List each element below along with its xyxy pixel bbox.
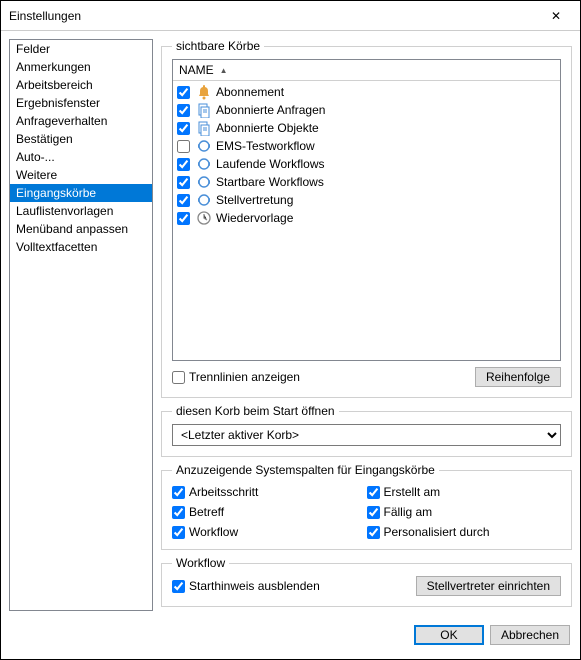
workflow-legend: Workflow — [172, 556, 229, 570]
basket-label: Wiedervorlage — [216, 211, 293, 225]
basket-label: EMS-Testworkflow — [216, 139, 315, 153]
sidebar: FelderAnmerkungenArbeitsbereichErgebnisf… — [9, 39, 153, 611]
basket-row[interactable]: Startbare Workflows — [177, 173, 556, 191]
basket-checkbox[interactable] — [177, 86, 190, 99]
sidebar-item[interactable]: Lauflistenvorlagen — [10, 202, 152, 220]
window-title: Einstellungen — [9, 9, 81, 23]
sidebar-item[interactable]: Volltextfacetten — [10, 238, 152, 256]
doc-icon — [196, 120, 212, 136]
sidebar-item[interactable]: Ergebnisfenster — [10, 94, 152, 112]
basket-row[interactable]: Abonnement — [177, 83, 556, 101]
gear-icon — [196, 192, 212, 208]
open-on-start-group: diesen Korb beim Start öffnen <Letzter a… — [161, 404, 572, 457]
basket-checkbox[interactable] — [177, 212, 190, 225]
visible-baskets-group: sichtbare Körbe NAME ▲ Abonnement Abonnie… — [161, 39, 572, 398]
system-column-checkbox[interactable]: Workflow — [172, 525, 367, 539]
hide-start-hint-checkbox[interactable]: Starthinweis ausblenden — [172, 579, 320, 593]
system-column-checkbox[interactable]: Betreff — [172, 505, 367, 519]
gear-icon — [196, 156, 212, 172]
basket-label: Startbare Workflows — [216, 175, 324, 189]
sidebar-item[interactable]: Auto-... — [10, 148, 152, 166]
sidebar-item[interactable]: Eingangskörbe — [10, 184, 152, 202]
sidebar-item[interactable]: Arbeitsbereich — [10, 76, 152, 94]
baskets-table-header[interactable]: NAME ▲ — [173, 60, 560, 81]
basket-checkbox[interactable] — [177, 158, 190, 171]
titlebar: Einstellungen ✕ — [1, 1, 580, 31]
cancel-button[interactable]: Abbrechen — [490, 625, 570, 645]
sidebar-item[interactable]: Anfrageverhalten — [10, 112, 152, 130]
gear-icon — [196, 138, 212, 154]
basket-row[interactable]: Abonnierte Anfragen — [177, 101, 556, 119]
system-columns-legend: Anzuzeigende Systemspalten für Eingangsk… — [172, 463, 439, 477]
visible-baskets-legend: sichtbare Körbe — [172, 39, 264, 53]
sidebar-item[interactable]: Anmerkungen — [10, 58, 152, 76]
basket-label: Laufende Workflows — [216, 157, 325, 171]
basket-label: Abonnement — [216, 85, 284, 99]
open-on-start-select[interactable]: <Letzter aktiver Korb> — [172, 424, 561, 446]
sort-asc-icon: ▲ — [220, 66, 228, 75]
basket-checkbox[interactable] — [177, 176, 190, 189]
basket-checkbox[interactable] — [177, 104, 190, 117]
basket-label: Abonnierte Objekte — [216, 121, 319, 135]
sidebar-item[interactable]: Bestätigen — [10, 130, 152, 148]
basket-row[interactable]: Abonnierte Objekte — [177, 119, 556, 137]
basket-row[interactable]: Stellvertretung — [177, 191, 556, 209]
workflow-group: Workflow Starthinweis ausblenden Stellve… — [161, 556, 572, 607]
system-column-checkbox[interactable]: Arbeitsschritt — [172, 485, 367, 499]
sidebar-item[interactable]: Felder — [10, 40, 152, 58]
open-on-start-legend: diesen Korb beim Start öffnen — [172, 404, 339, 418]
basket-row[interactable]: Wiedervorlage — [177, 209, 556, 227]
system-column-checkbox[interactable]: Erstellt am — [367, 485, 562, 499]
system-column-checkbox[interactable]: Fällig am — [367, 505, 562, 519]
clock-icon — [196, 210, 212, 226]
basket-checkbox[interactable] — [177, 122, 190, 135]
doc-icon — [196, 102, 212, 118]
basket-row[interactable]: Laufende Workflows — [177, 155, 556, 173]
gear-icon — [196, 174, 212, 190]
close-button[interactable]: ✕ — [540, 4, 572, 28]
bell-icon — [196, 84, 212, 100]
basket-label: Abonnierte Anfragen — [216, 103, 325, 117]
show-separators-checkbox[interactable]: Trennlinien anzeigen — [172, 370, 300, 384]
sidebar-item[interactable]: Menüband anpassen — [10, 220, 152, 238]
deputy-button[interactable]: Stellvertreter einrichten — [416, 576, 561, 596]
system-columns-group: Anzuzeigende Systemspalten für Eingangsk… — [161, 463, 572, 550]
sidebar-item[interactable]: Weitere — [10, 166, 152, 184]
basket-checkbox[interactable] — [177, 140, 190, 153]
order-button[interactable]: Reihenfolge — [475, 367, 561, 387]
basket-label: Stellvertretung — [216, 193, 293, 207]
ok-button[interactable]: OK — [414, 625, 484, 645]
system-column-checkbox[interactable]: Personalisiert durch — [367, 525, 562, 539]
name-column: NAME — [179, 63, 214, 77]
basket-checkbox[interactable] — [177, 194, 190, 207]
basket-row[interactable]: EMS-Testworkflow — [177, 137, 556, 155]
